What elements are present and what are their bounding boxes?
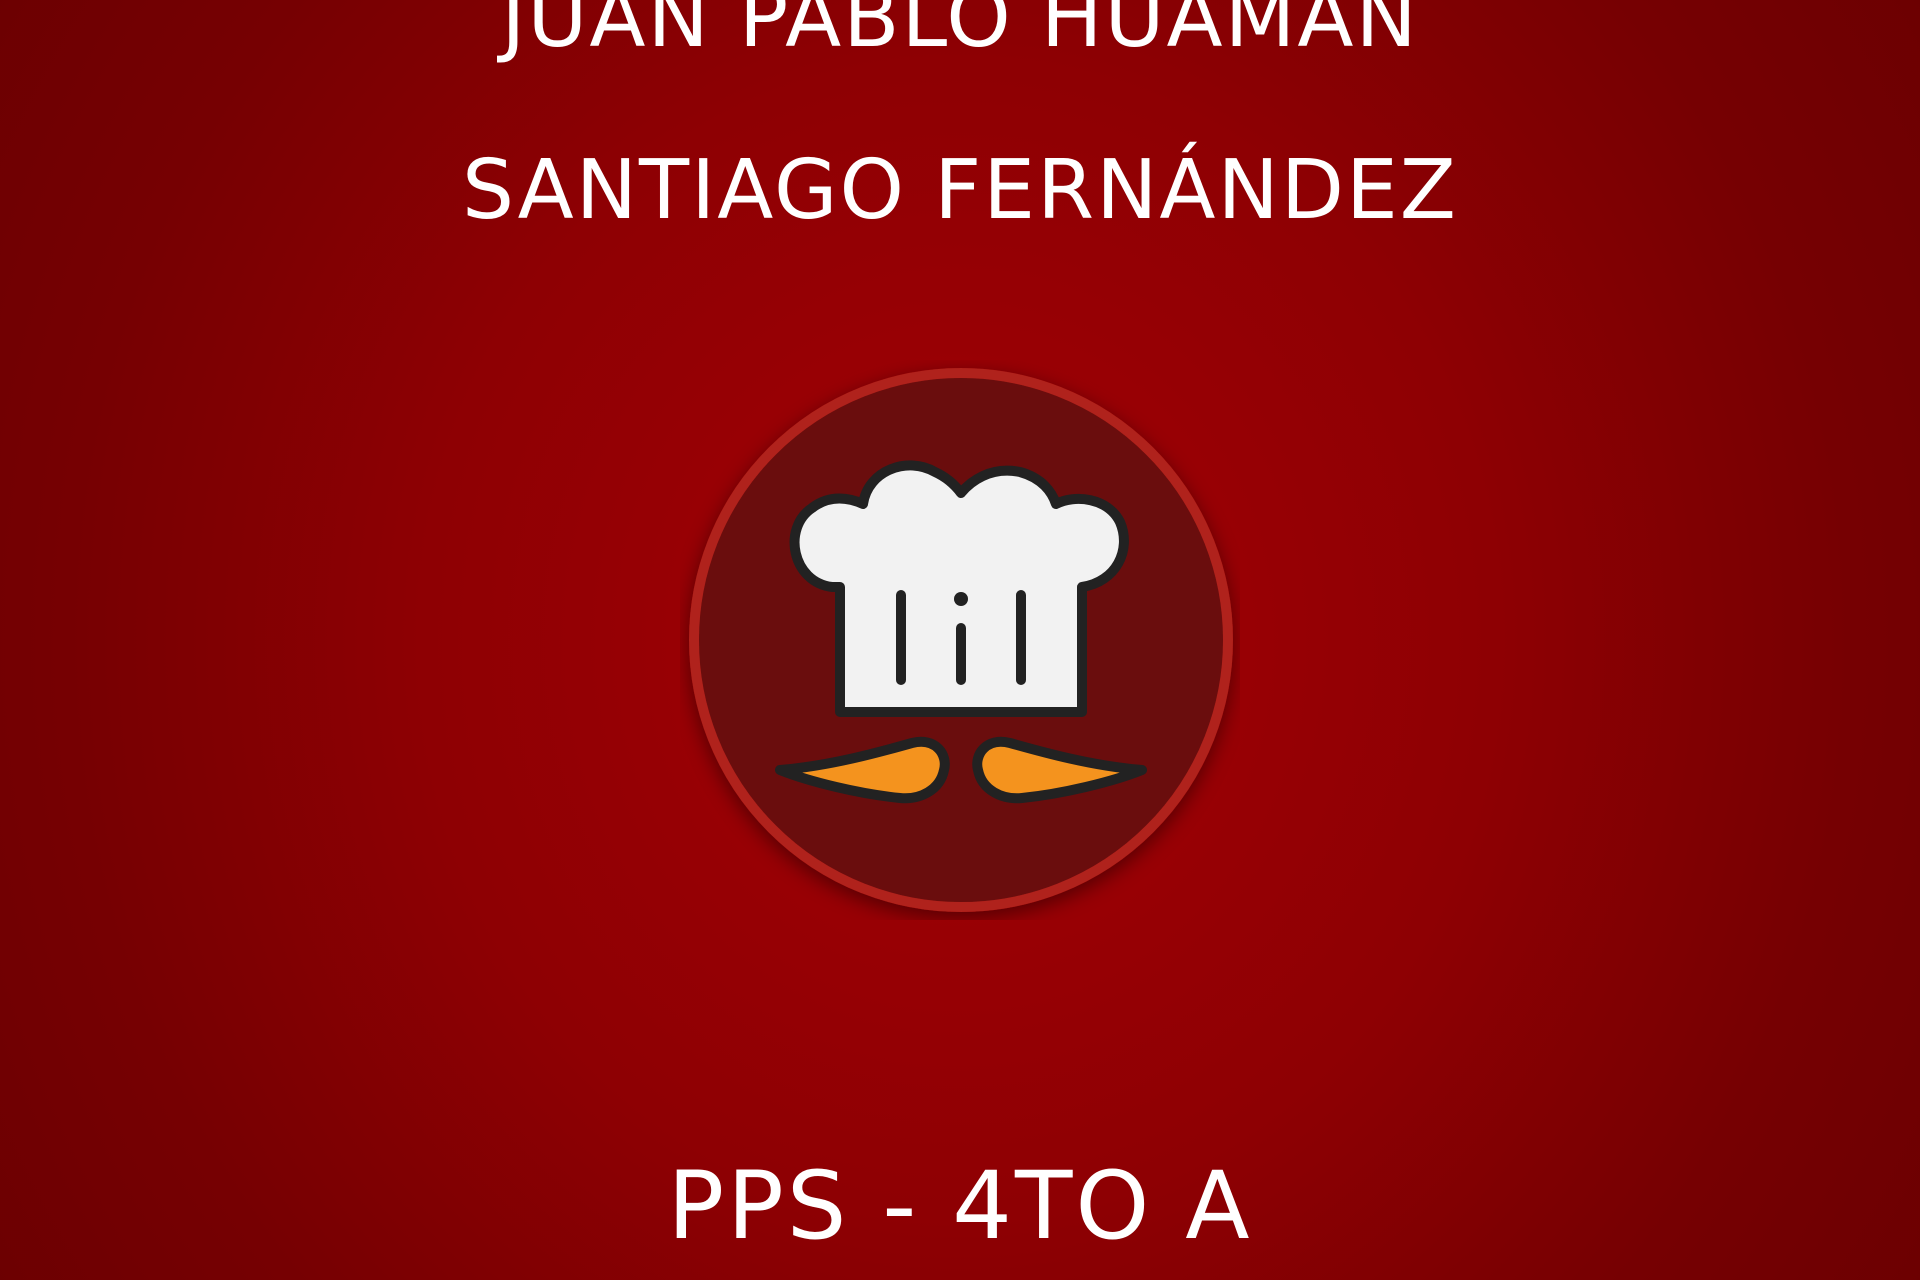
author-name-1: JUAN PABLO HUAMAN [501,0,1419,66]
author-name-2: SANTIAGO FERNÁNDEZ [462,143,1458,238]
course-label: PPS - 4TO A [667,1152,1253,1261]
chef-logo [680,360,1240,920]
chef-hat-mustache-icon [689,368,1233,912]
